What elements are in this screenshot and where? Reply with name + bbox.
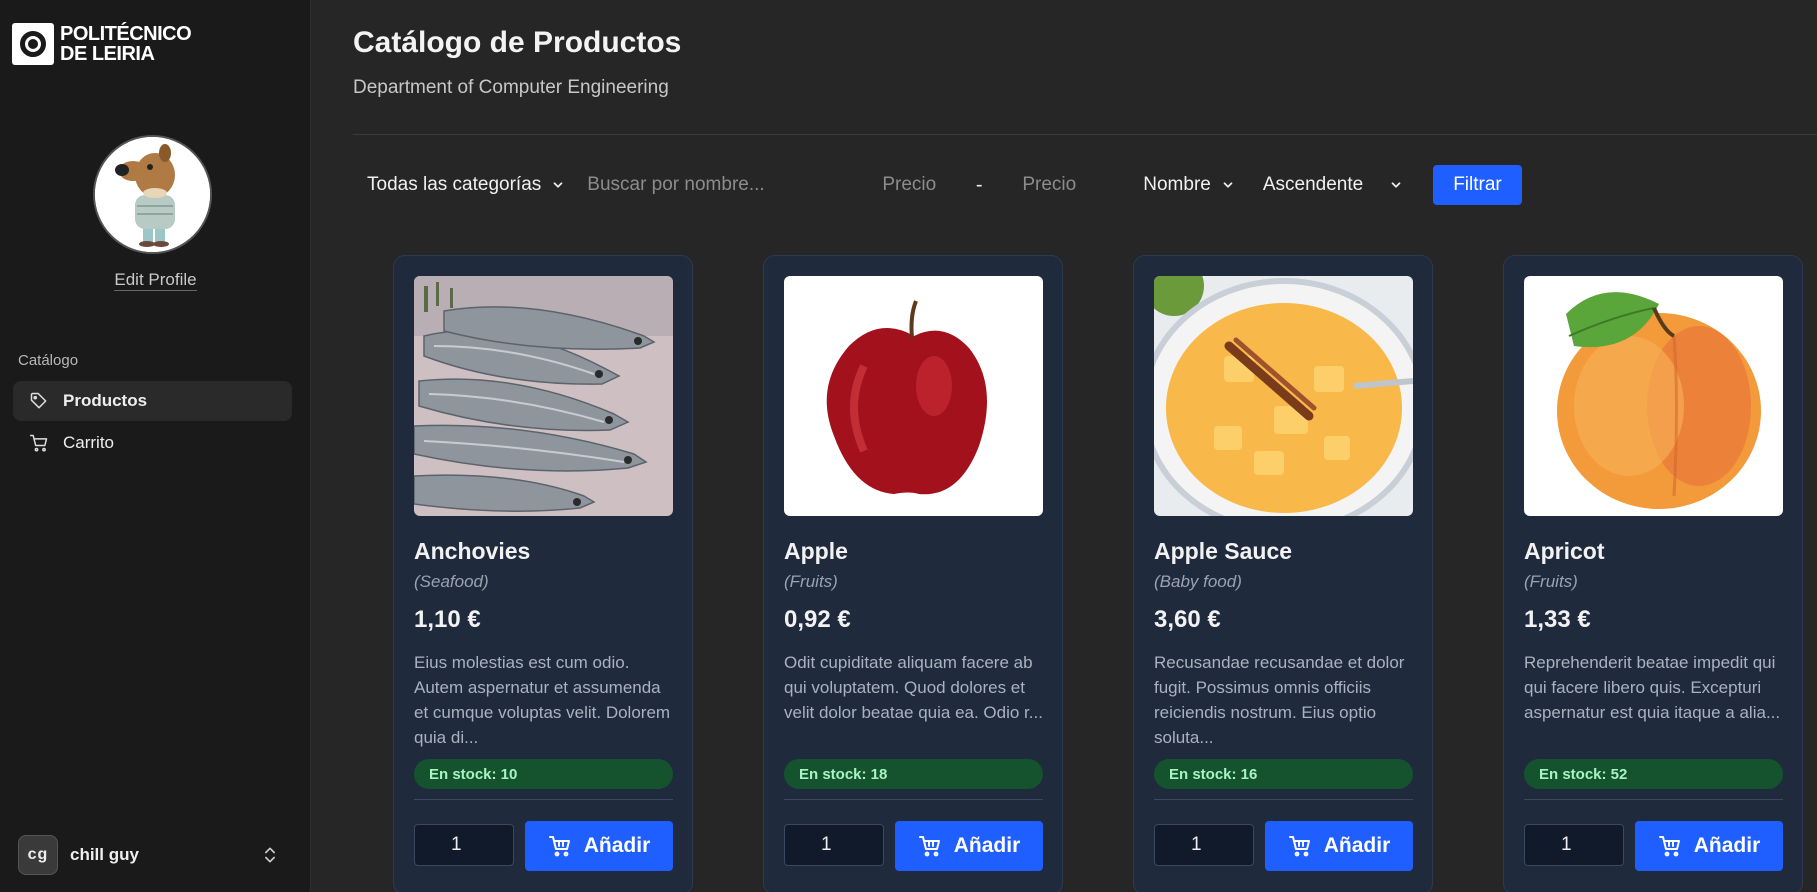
add-to-cart-label: Añadir [1323, 834, 1391, 857]
card-divider [1524, 799, 1783, 800]
category-select-value: Todas las categorías [367, 174, 542, 195]
product-card: Apricot (Fruits) 1,33 € Reprehenderit be… [1503, 255, 1803, 892]
add-to-cart-button[interactable]: Añadir [1265, 821, 1413, 871]
quantity-input[interactable]: 1 [1154, 824, 1254, 866]
main-content: Catálogo de Productos Department of Comp… [311, 0, 1817, 892]
product-image-apricot[interactable] [1524, 276, 1783, 516]
sidebar-item-label: Productos [63, 391, 148, 410]
product-description: Odit cupiditate aliquam facere ab qui vo… [784, 653, 1043, 722]
sort-field-select[interactable]: Nombre [1129, 165, 1249, 205]
cart-icon [1288, 836, 1310, 857]
cart-icon [918, 836, 940, 857]
tag-icon [30, 392, 47, 409]
filter-button[interactable]: Filtrar [1433, 165, 1522, 205]
cart-icon [548, 836, 570, 857]
user-menu[interactable]: cg chill guy [18, 835, 280, 875]
cart-icon [1658, 836, 1680, 857]
add-to-cart-label: Añadir [953, 834, 1021, 857]
product-image-apple[interactable] [784, 276, 1043, 516]
search-input[interactable] [579, 165, 850, 205]
nav-section-label: Catálogo [18, 352, 79, 369]
add-to-cart-button[interactable]: Añadir [1635, 821, 1783, 871]
product-category: (Fruits) [1524, 572, 1578, 591]
product-image-anchovies[interactable] [414, 276, 673, 516]
product-name: Apple Sauce [1154, 538, 1293, 564]
product-price: 3,60 € [1154, 606, 1221, 633]
profile-avatar[interactable] [93, 135, 212, 254]
add-to-cart-button[interactable]: Añadir [895, 821, 1043, 871]
price-min-input[interactable] [849, 165, 970, 205]
product-image-apple-sauce[interactable] [1154, 276, 1413, 516]
logo-mark-icon [12, 23, 54, 65]
product-price: 1,33 € [1524, 606, 1591, 633]
stock-badge: En stock: 16 [1154, 759, 1413, 789]
quantity-input[interactable]: 1 [414, 824, 514, 866]
cart-icon [29, 434, 48, 452]
page-subtitle: Department of Computer Engineering [353, 77, 669, 98]
chevrons-up-down-icon[interactable] [260, 845, 280, 865]
card-divider [414, 799, 673, 800]
chevron-down-icon [1391, 182, 1401, 188]
product-card: Anchovies (Seafood) 1,10 € Eius molestia… [393, 255, 693, 892]
add-to-cart-button[interactable]: Añadir [525, 821, 673, 871]
category-select[interactable]: Todas las categorías [353, 165, 579, 205]
sort-order-value: Ascendente [1262, 174, 1364, 195]
price-separator: - [975, 173, 983, 196]
chevron-down-icon [1223, 182, 1233, 188]
brand-line-1: POLITÉCNICO [60, 23, 192, 45]
card-divider [1154, 799, 1413, 800]
add-to-cart-label: Añadir [583, 834, 651, 857]
quantity-input[interactable]: 1 [784, 824, 884, 866]
product-description: Eius molestias est cum odio. Autem asper… [414, 653, 671, 747]
filter-bar: Todas las categorías - Nombre Ascendente… [353, 165, 1522, 205]
sidebar: POLITÉCNICO DE LEIRIA Edit Profile Catál… [0, 0, 311, 892]
add-to-cart-label: Añadir [1693, 834, 1761, 857]
product-category: (Seafood) [414, 572, 489, 591]
product-price: 1,10 € [414, 606, 481, 633]
sort-field-value: Nombre [1143, 174, 1211, 195]
product-card: Apple Sauce (Baby food) 3,60 € Recusanda… [1133, 255, 1433, 892]
header-divider [353, 134, 1817, 135]
sidebar-item-productos[interactable]: Productos [13, 381, 292, 421]
product-category: (Baby food) [1154, 572, 1242, 591]
product-name: Anchovies [414, 538, 531, 564]
stock-badge: En stock: 10 [414, 759, 673, 789]
product-name: Apple [784, 538, 848, 564]
product-name: Apricot [1524, 538, 1605, 564]
product-card: Apple (Fruits) 0,92 € Odit cupiditate al… [763, 255, 1063, 892]
edit-profile-link[interactable]: Edit Profile [114, 270, 197, 291]
card-divider [784, 799, 1043, 800]
product-description: Reprehenderit beatae impedit qui qui fac… [1524, 653, 1781, 722]
stock-badge: En stock: 52 [1524, 759, 1783, 789]
sidebar-item-carrito[interactable]: Carrito [13, 423, 292, 463]
page-title: Catálogo de Productos [353, 26, 682, 59]
chevron-down-icon [553, 182, 563, 188]
brand-logo[interactable]: POLITÉCNICO DE LEIRIA [12, 23, 192, 65]
user-name: chill guy [70, 845, 139, 864]
sidebar-item-label: Carrito [63, 433, 115, 452]
price-max-input[interactable] [989, 165, 1110, 205]
product-category: (Fruits) [784, 572, 838, 591]
product-price: 0,92 € [784, 606, 851, 633]
quantity-input[interactable]: 1 [1524, 824, 1624, 866]
stock-badge: En stock: 18 [784, 759, 1043, 789]
sort-order-select[interactable]: Ascendente [1249, 165, 1417, 205]
user-avatar: cg [18, 835, 58, 875]
product-description: Recusandae recusandae et dolor fugit. Po… [1154, 653, 1405, 747]
brand-line-2: DE LEIRIA [60, 43, 155, 65]
